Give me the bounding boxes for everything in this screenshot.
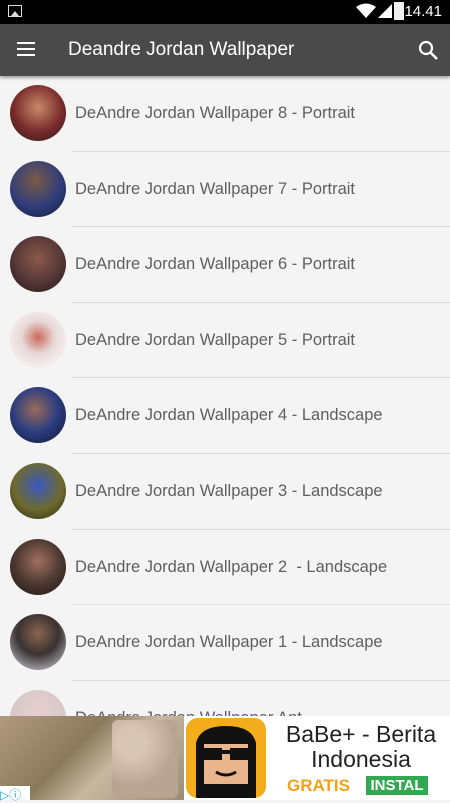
list-item[interactable]: DeAndre Jordan Wallpaper 3 - Landscape [0, 454, 450, 530]
search-icon[interactable] [418, 40, 438, 60]
clock: 14.41 [404, 3, 442, 20]
ad-price: GRATIS [287, 776, 350, 795]
list-item-label: DeAndre Jordan Wallpaper 4 - Landscape [75, 406, 383, 425]
list-item[interactable]: DeAndre Jordan Wallpaper 6 - Portrait [0, 227, 450, 303]
page-title: Deandre Jordan Wallpaper [68, 39, 295, 60]
ad-image-detail [112, 720, 178, 798]
thumbnail-avatar [10, 387, 66, 444]
list-item[interactable]: DeAndre Jordan Wallpaper 5 - Portrait [0, 303, 450, 379]
ad-headline: BaBe+ - Berita Indonesia [285, 721, 437, 772]
wifi-icon [356, 3, 376, 18]
thumbnail-avatar [10, 85, 66, 141]
image-notification-icon [8, 5, 22, 17]
install-button[interactable]: INSTAL [366, 776, 428, 795]
wallpaper-list: DeAndre Jordan Wallpaper 8 - Portrait De… [0, 76, 450, 757]
list-item-label: DeAndre Jordan Wallpaper 8 - Portrait [75, 104, 356, 122]
list-item-label: DeAndre Jordan Wallpaper 6 - Portrait [75, 255, 356, 274]
thumbnail-avatar [10, 462, 66, 519]
list-item[interactable]: DeAndre Jordan Wallpaper 2 - Landscape [0, 530, 450, 606]
list-item-label: DeAndre Jordan Wallpaper 3 - Landscape [75, 481, 383, 500]
app-logo[interactable] [186, 718, 266, 798]
list-item[interactable]: DeAndre Jordan Wallpaper 7 - Portrait [0, 152, 450, 228]
thumbnail-avatar [10, 236, 66, 293]
status-bar: 14.41 [0, 0, 450, 24]
list-item-label: DeAndre Jordan Wallpaper 2 - Landscape [75, 557, 388, 576]
ad-choices-icon[interactable]: ▷ⓘ [0, 786, 30, 802]
thumbnail-avatar [10, 538, 66, 595]
battery-icon [394, 2, 404, 20]
hamburger-menu-icon[interactable] [17, 42, 35, 56]
list-item[interactable]: DeAndre Jordan Wallpaper 4 - Landscape [0, 378, 450, 454]
ad-banner[interactable]: ▷ⓘ BaBe+ - Berita Indonesia GRATIS INSTA… [0, 716, 450, 802]
signal-icon [378, 4, 392, 18]
sunglasses-face-icon [186, 718, 266, 798]
list-item-label: DeAndre Jordan Wallpaper 1 - Landscape [75, 633, 383, 652]
thumbnail-avatar [10, 311, 66, 368]
list-item-label: DeAndre Jordan Wallpaper 5 - Portrait [75, 330, 356, 349]
thumbnail-avatar [10, 160, 66, 217]
list-item[interactable]: DeAndre Jordan Wallpaper 1 - Landscape [0, 605, 450, 681]
app-toolbar: Deandre Jordan Wallpaper [0, 24, 450, 76]
list-item[interactable]: DeAndre Jordan Wallpaper 8 - Portrait [0, 76, 450, 152]
thumbnail-avatar [10, 614, 66, 671]
list-item-label: DeAndre Jordan Wallpaper 7 - Portrait [75, 179, 356, 198]
